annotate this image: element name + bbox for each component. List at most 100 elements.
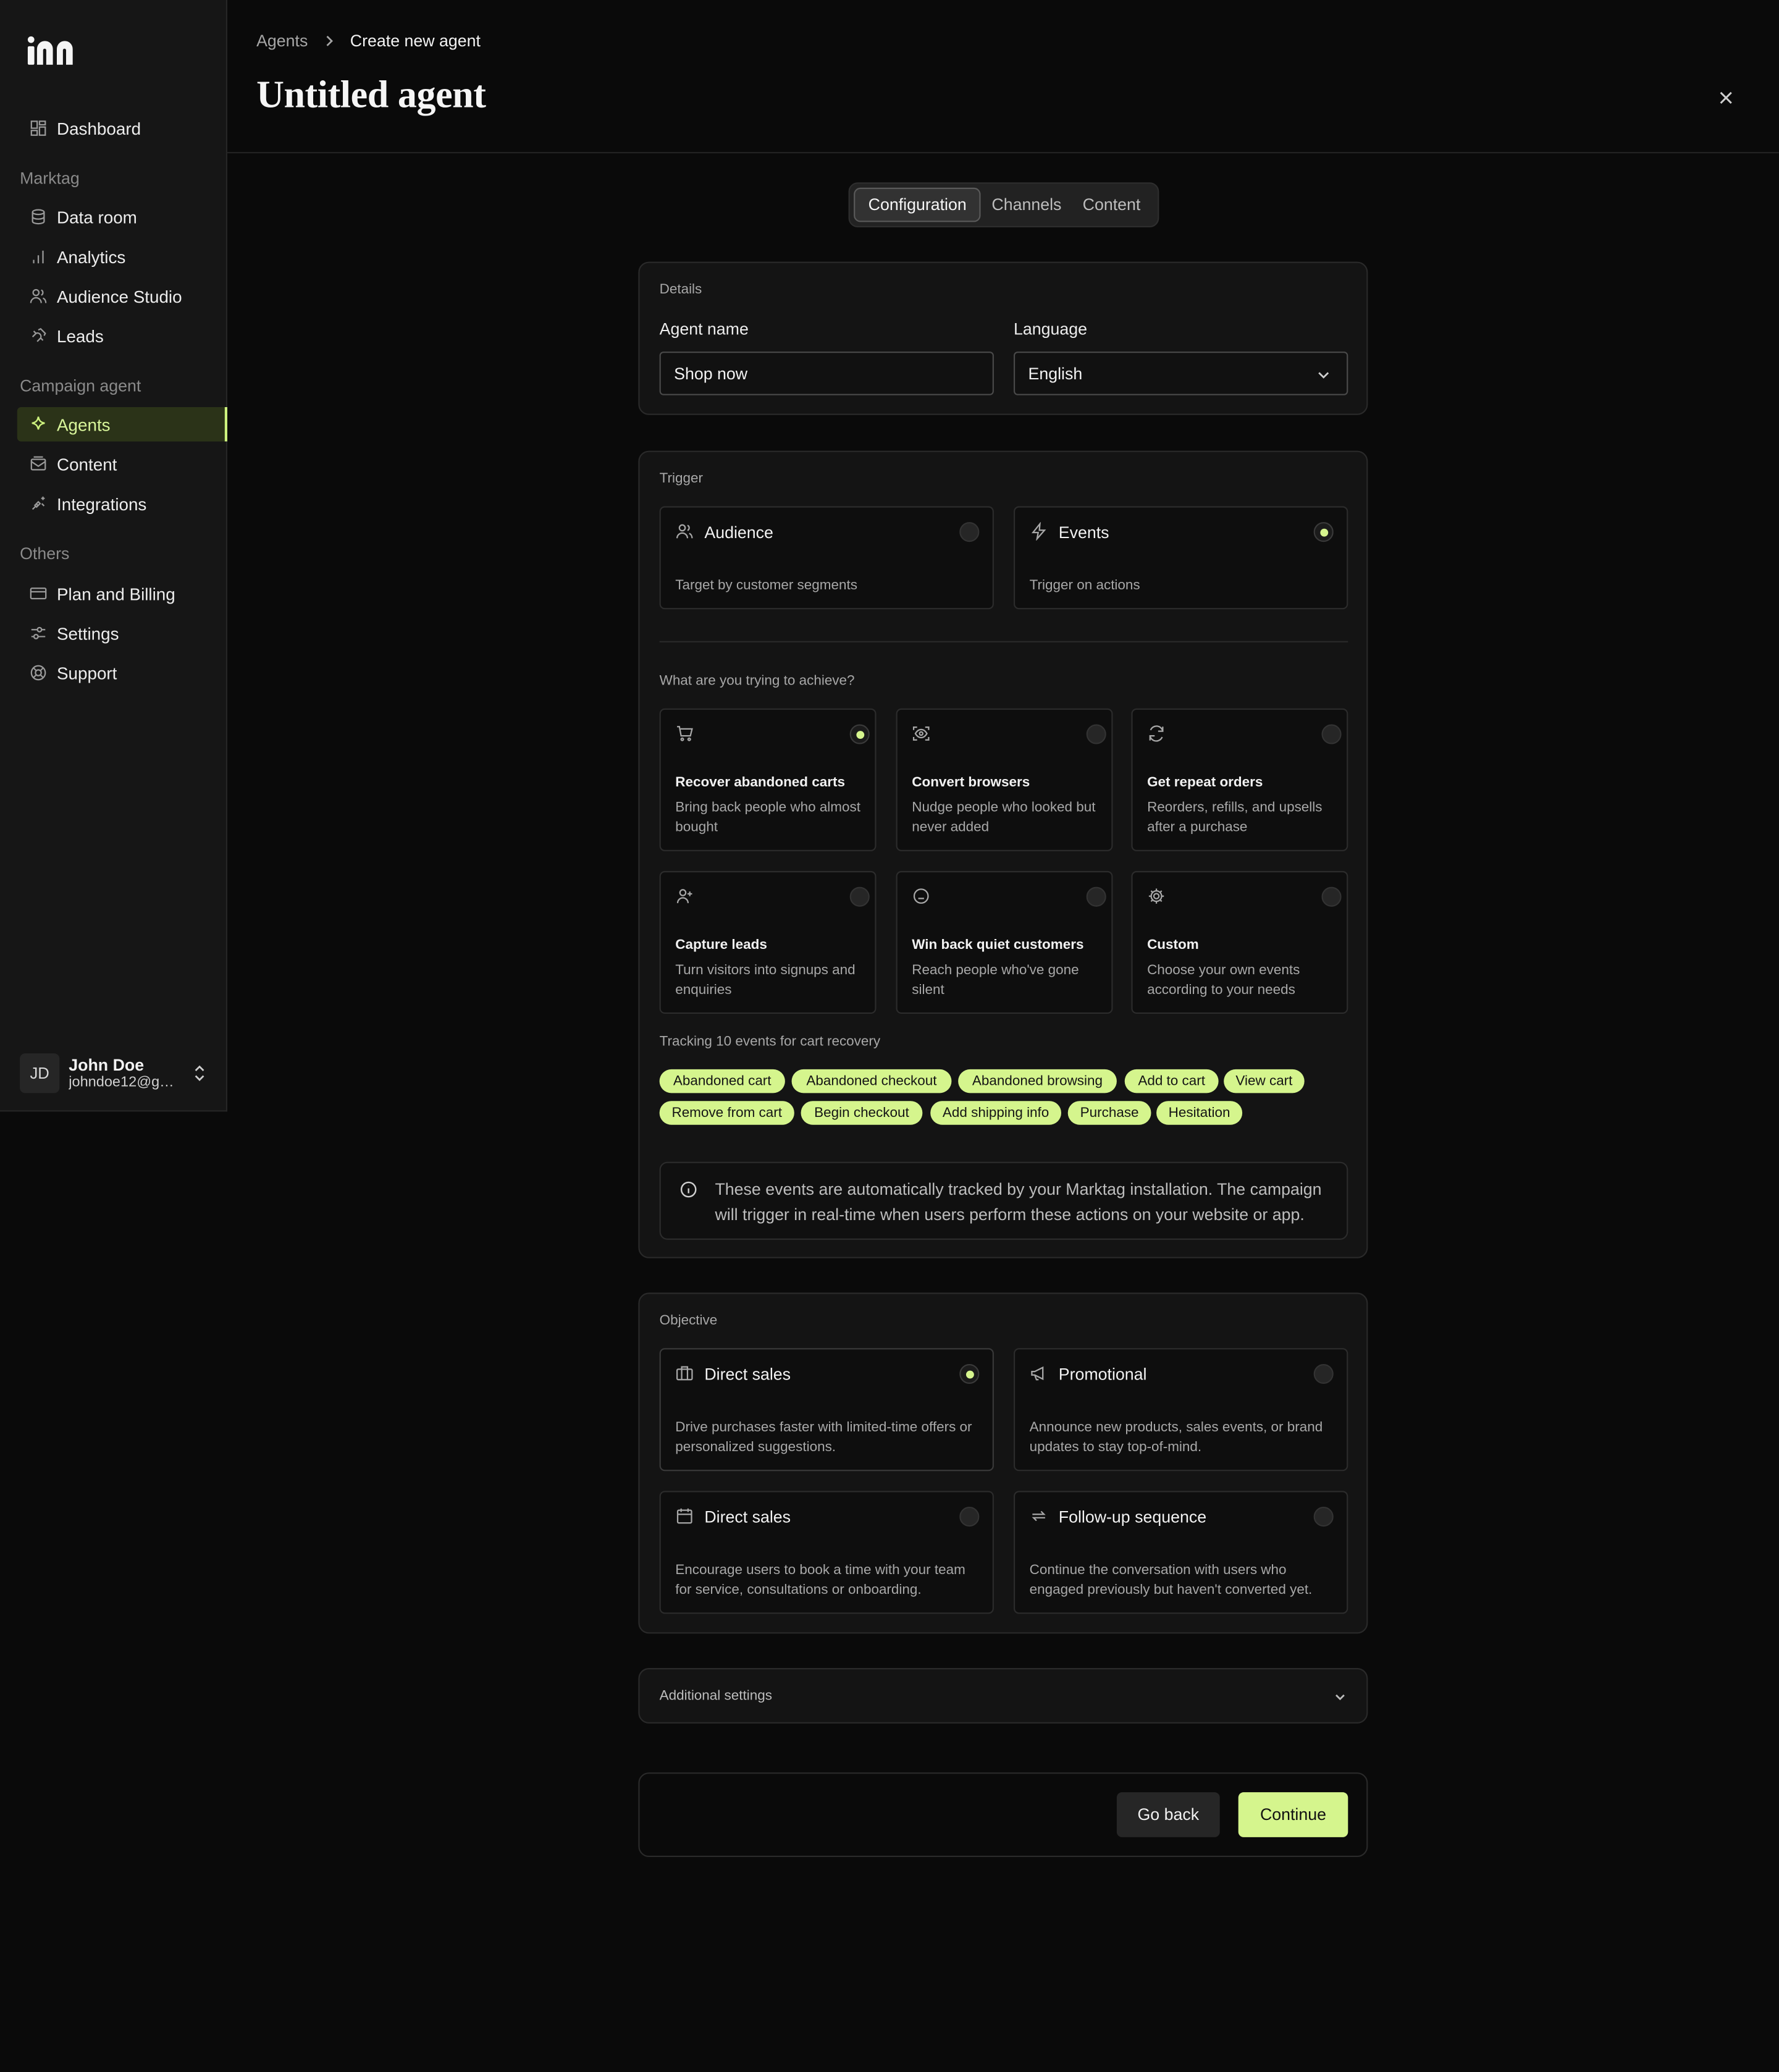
goal-title: Win back quiet customers	[912, 937, 1084, 953]
goal-title: Recover abandoned carts	[675, 774, 845, 791]
goal-radio[interactable]	[1321, 724, 1342, 744]
bar-chart-icon	[28, 246, 48, 266]
sidebar-item-content[interactable]: Content	[17, 447, 227, 481]
goal-radio[interactable]	[849, 724, 870, 744]
goal-recover-abandoned-carts[interactable]: Recover abandoned carts Bring back peopl…	[659, 708, 877, 851]
option-title: Direct sales	[704, 1365, 791, 1384]
breadcrumb: Agents Create new agent	[256, 32, 481, 50]
users-icon	[675, 522, 694, 541]
tracking-label: Tracking 10 events for cart recovery	[659, 1034, 881, 1050]
form-footer: Go back Continue	[638, 1772, 1368, 1857]
sidebar: Dashboard Marktag Data room Analytics Au…	[0, 0, 227, 1112]
mail-stack-icon	[28, 454, 48, 474]
trigger-card: Trigger Audience Target by customer segm…	[638, 450, 1368, 1258]
agent-name-label: Agent name	[659, 319, 749, 339]
events-radio[interactable]	[1313, 522, 1334, 542]
section-divider	[659, 641, 1348, 642]
option-title: Promotional	[1058, 1365, 1147, 1384]
goal-get-repeat-orders[interactable]: Get repeat orders Reorders, refills, and…	[1131, 708, 1348, 851]
sidebar-item-label: Analytics	[56, 246, 126, 267]
sidebar-item-leads[interactable]: Leads	[17, 319, 227, 353]
sidebar-item-label: Integrations	[56, 494, 147, 514]
sidebar-item-label: Settings	[56, 623, 119, 643]
chevron-down-icon	[1318, 372, 1329, 379]
lifebuoy-icon	[28, 663, 48, 683]
user-account-switcher[interactable]: JD John Doe johndoe12@gmail.com	[20, 1052, 211, 1093]
goal-capture-leads[interactable]: Capture leads Turn visitors into signups…	[659, 870, 877, 1014]
trigger-option-events[interactable]: Events Trigger on actions	[1013, 506, 1348, 610]
objective-radio[interactable]	[1313, 1507, 1334, 1527]
sidebar-item-support[interactable]: Support	[17, 655, 227, 690]
goal-radio[interactable]	[1086, 724, 1106, 744]
option-title: Follow-up sequence	[1058, 1508, 1207, 1527]
goal-description: Reach people who've gone silent	[912, 962, 1079, 998]
goal-radio[interactable]	[1086, 886, 1106, 907]
breadcrumb-current: Create new agent	[350, 32, 481, 51]
tab-configuration[interactable]: Configuration	[854, 187, 982, 222]
sidebar-item-plan-and-billing[interactable]: Plan and Billing	[17, 576, 227, 611]
users-icon	[28, 286, 48, 306]
calendar-icon	[675, 1507, 694, 1525]
objective-radio[interactable]	[959, 1507, 980, 1527]
option-description: Encourage users to book a time with your…	[675, 1562, 965, 1598]
objective-radio[interactable]	[959, 1363, 980, 1384]
sidebar-item-agents[interactable]: Agents	[17, 406, 227, 442]
objective-option-booking[interactable]: Direct sales Encourage users to book a t…	[659, 1491, 994, 1614]
sidebar-item-audience-studio[interactable]: Audience Studio	[17, 279, 227, 313]
user-email: johndoe12@gmail.com	[69, 1074, 185, 1090]
additional-settings-accordion[interactable]: Additional settings	[638, 1668, 1368, 1724]
megaphone-icon	[1030, 1364, 1048, 1383]
sidebar-item-data-room[interactable]: Data room	[17, 200, 227, 234]
event-chip: Hesitation	[1156, 1101, 1243, 1125]
objective-card: Objective Direct sales Drive purchases f…	[638, 1292, 1368, 1634]
goal-title: Capture leads	[675, 937, 767, 953]
event-chip: Add to cart	[1124, 1069, 1219, 1093]
go-back-button[interactable]: Go back	[1116, 1792, 1220, 1837]
sidebar-item-dashboard[interactable]: Dashboard	[17, 111, 227, 146]
events-info-callout: These events are automatically tracked b…	[659, 1161, 1348, 1240]
goal-description: Nudge people who looked but never added	[912, 799, 1096, 836]
sidebar-item-settings[interactable]: Settings	[17, 616, 227, 651]
tab-channels[interactable]: Channels	[981, 188, 1072, 222]
objective-option-direct-sales[interactable]: Direct sales Drive purchases faster with…	[659, 1348, 994, 1472]
objective-option-follow-up-sequence[interactable]: Follow-up sequence Continue the conversa…	[1013, 1491, 1348, 1614]
goal-convert-browsers[interactable]: Convert browsers Nudge people who looked…	[896, 708, 1113, 851]
user-plus-icon	[675, 887, 694, 906]
goal-description: Choose your own events according to your…	[1147, 962, 1300, 998]
language-select[interactable]: English	[1013, 352, 1348, 395]
objective-radio[interactable]	[1313, 1363, 1334, 1384]
sidebar-item-integrations[interactable]: Integrations	[17, 486, 227, 521]
tab-content[interactable]: Content	[1072, 188, 1151, 222]
language-label: Language	[1013, 319, 1088, 339]
sidebar-item-label: Support	[56, 662, 117, 683]
goal-description: Reorders, refills, and upsells after a p…	[1147, 799, 1323, 836]
goal-radio[interactable]	[1321, 886, 1342, 907]
event-chip: Purchase	[1067, 1101, 1151, 1125]
marktag-logo[interactable]	[27, 36, 74, 65]
option-title: Events	[1058, 523, 1109, 542]
details-section-label: Details	[659, 281, 702, 298]
goal-custom[interactable]: Custom Choose your own events according …	[1131, 870, 1348, 1014]
continue-button[interactable]: Continue	[1238, 1792, 1348, 1837]
config-tabs: Configuration Channels Content	[848, 182, 1159, 227]
event-chip: Add shipping info	[930, 1101, 1062, 1125]
objective-option-promotional[interactable]: Promotional Announce new products, sales…	[1013, 1348, 1348, 1472]
app-root: Dashboard Marktag Data room Analytics Au…	[0, 0, 1779, 2072]
trigger-option-audience[interactable]: Audience Target by customer segments	[659, 506, 994, 610]
close-icon[interactable]	[1715, 87, 1736, 108]
refresh-icon	[1147, 724, 1166, 743]
sidebar-item-analytics[interactable]: Analytics	[17, 239, 227, 274]
event-chip: Abandoned browsing	[958, 1069, 1117, 1093]
event-chip: Begin checkout	[801, 1101, 923, 1125]
option-description: Target by customer segments	[675, 577, 857, 594]
info-icon	[680, 1181, 697, 1198]
header-divider	[227, 152, 1779, 154]
sidebar-item-label: Audience Studio	[56, 286, 182, 306]
audience-radio[interactable]	[959, 522, 980, 542]
goal-radio[interactable]	[849, 886, 870, 907]
breadcrumb-agents-link[interactable]: Agents	[256, 32, 308, 50]
goal-win-back-quiet-customers[interactable]: Win back quiet customers Reach people wh…	[896, 870, 1113, 1014]
event-chip: Abandoned checkout	[791, 1069, 952, 1093]
chevron-up-down-icon	[195, 1064, 204, 1080]
agent-name-input[interactable]: Shop now	[659, 352, 994, 395]
